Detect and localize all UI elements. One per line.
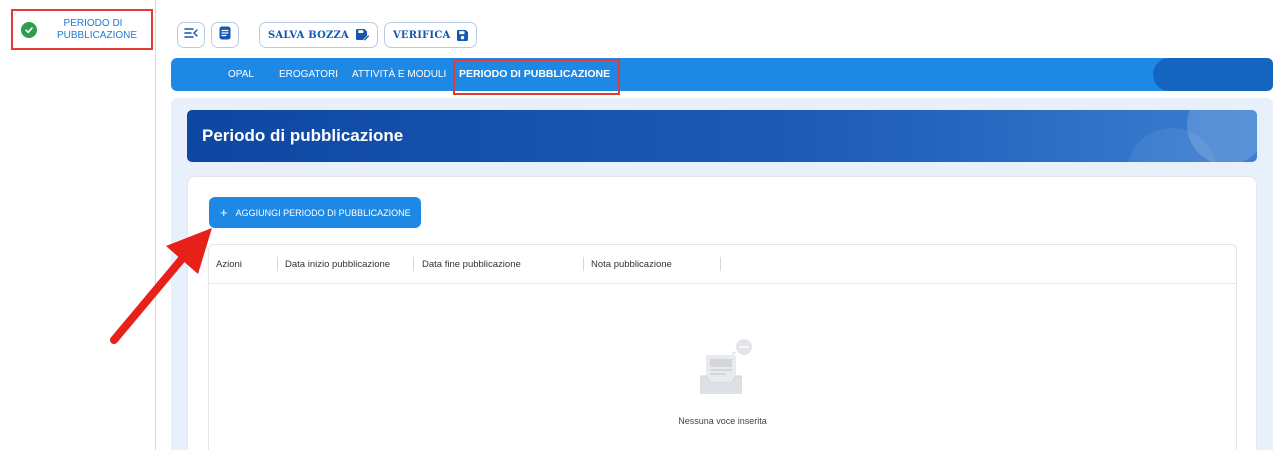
verify-label: VERIFICA (392, 29, 451, 41)
add-publication-period-button[interactable]: + AGGIUNGI PERIODO DI PUBBLICAZIONE (209, 197, 421, 228)
section-nav-bar: OPAL EROGATORI ATTIVITÀ E MODULI PERIODO… (171, 58, 1273, 91)
menu-collapse-icon (184, 26, 198, 44)
main-panel: Periodo di pubblicazione + AGGIUNGI PERI… (171, 98, 1273, 450)
empty-inbox-icon (692, 338, 756, 407)
active-tab-highlight (453, 59, 620, 95)
annotation-arrow-icon (108, 222, 220, 351)
publication-periods-table: Azioni Data inizio pubblicazione Data fi… (208, 244, 1237, 450)
check-circle-icon (21, 21, 37, 38)
page-title: Periodo di pubblicazione (202, 126, 404, 145)
column-header-data-inizio: Data inizio pubblicazione (285, 259, 391, 270)
document-icon (219, 26, 231, 45)
toolbar: SALVA BOZZA VERIFICA (177, 21, 483, 49)
column-header-nota: Nota pubblicazione (591, 259, 672, 270)
save-draft-button[interactable]: SALVA BOZZA (259, 22, 378, 48)
tab-opal[interactable]: OPAL (228, 58, 254, 91)
table-header: Azioni Data inizio pubblicazione Data fi… (209, 245, 1236, 284)
save-draft-label: SALVA BOZZA (268, 29, 349, 41)
save-edit-icon (355, 28, 370, 42)
page-header: Periodo di pubblicazione (187, 110, 1257, 162)
app-root: PERIODO DI PUBBLICAZIONE SALVA BOZZA VER… (0, 0, 1285, 450)
add-button-label: AGGIUNGI PERIODO DI PUBBLICAZIONE (235, 207, 411, 218)
verify-button[interactable]: VERIFICA (383, 22, 478, 48)
content-card: + AGGIUNGI PERIODO DI PUBBLICAZIONE Azio… (187, 176, 1257, 450)
plus-icon: + (220, 205, 228, 220)
column-header-data-fine: Data fine pubblicazione (422, 259, 521, 270)
empty-state-message: Nessuna voce inserita (678, 416, 767, 426)
menu-toggle-button[interactable] (177, 22, 205, 48)
notes-button[interactable] (211, 22, 239, 48)
sidebar-item-periodo-pubblicazione[interactable]: PERIODO DI PUBBLICAZIONE (11, 9, 153, 50)
tab-attivita-moduli[interactable]: ATTIVITÀ E MODULI (352, 58, 446, 91)
save-icon (456, 29, 469, 42)
sidebar-item-label: PERIODO DI PUBBLICAZIONE (57, 17, 138, 41)
tab-erogatori[interactable]: EROGATORI (279, 58, 338, 91)
